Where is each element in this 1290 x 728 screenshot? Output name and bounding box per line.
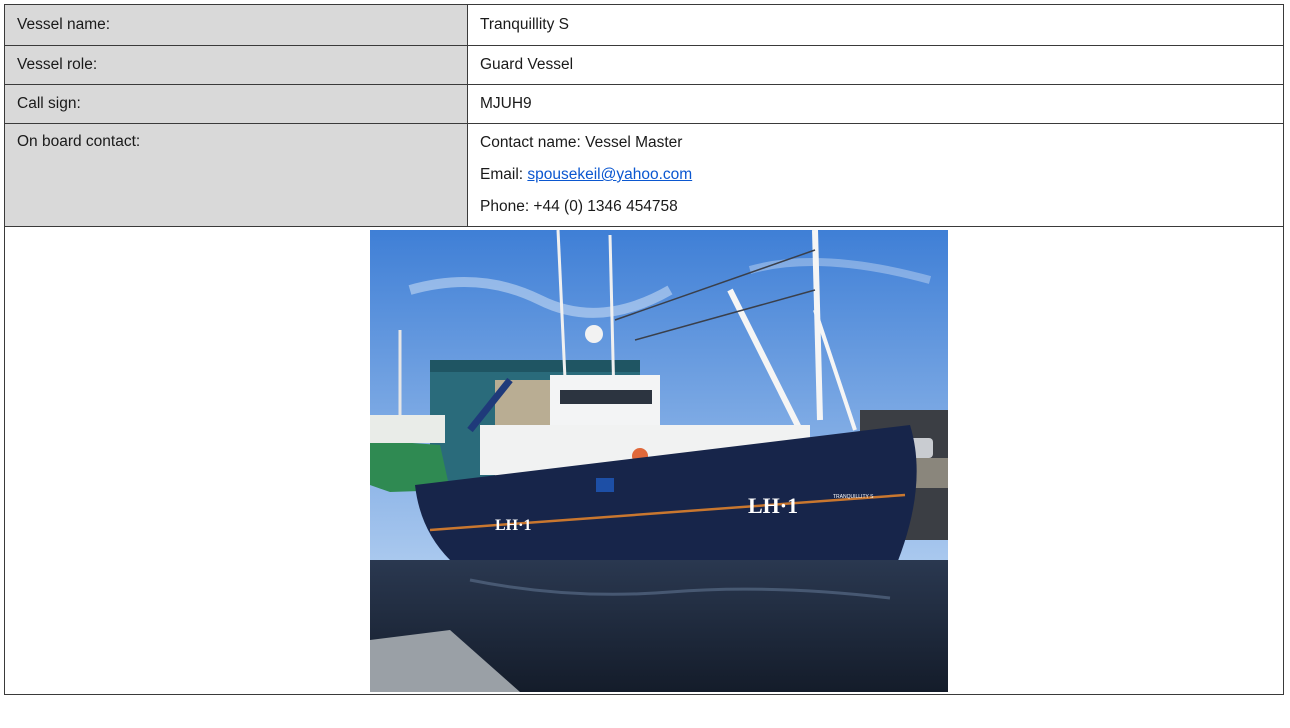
other-boat-deck xyxy=(370,415,445,443)
call-sign-label: Call sign: xyxy=(4,84,468,124)
contact-name-line: Contact name: Vessel Master xyxy=(480,134,683,151)
hull-name: TRANQUILLITY S xyxy=(833,494,874,500)
saltire-flag-icon xyxy=(596,478,614,492)
call-sign-value: MJUH9 xyxy=(467,84,1284,124)
vessel-photo-cell: LH·1 LH·1 TRANQUILLITY S xyxy=(4,226,1284,695)
row-vessel-photo: LH·1 LH·1 TRANQUILLITY S xyxy=(4,226,1284,695)
vessel-name-value: Tranquillity S xyxy=(467,4,1284,46)
row-call-sign: Call sign: MJUH9 xyxy=(4,84,1284,124)
vessel-photo: LH·1 LH·1 TRANQUILLITY S xyxy=(370,230,948,692)
vessel-info-table: Vessel name: Tranquillity S Vessel role:… xyxy=(4,4,1284,695)
radar-dome xyxy=(585,325,603,343)
email-prefix: Email: xyxy=(480,166,528,183)
vessel-info-sheet: Vessel name: Tranquillity S Vessel role:… xyxy=(0,0,1290,728)
wheelhouse-windows xyxy=(560,390,652,404)
row-vessel-name: Vessel name: Tranquillity S xyxy=(4,4,1284,46)
hull-number-bow: LH·1 xyxy=(748,493,798,518)
row-on-board-contact: On board contact: Contact name: Vessel M… xyxy=(4,123,1284,227)
row-vessel-role: Vessel role: Guard Vessel xyxy=(4,45,1284,85)
contact-phone-line: Phone: +44 (0) 1346 454758 xyxy=(480,198,678,215)
vessel-photo-wrap: LH·1 LH·1 TRANQUILLITY S xyxy=(17,227,1290,694)
vessel-role-value: Guard Vessel xyxy=(467,45,1284,85)
vessel-name-label: Vessel name: xyxy=(4,4,468,46)
vessel-role-label: Vessel role: xyxy=(4,45,468,85)
on-board-contact-label: On board contact: xyxy=(4,123,468,227)
hull-number-stern: LH·1 xyxy=(495,517,531,534)
contact-email-line: Email: spousekeil@yahoo.com xyxy=(480,159,1283,191)
on-board-contact-value: Contact name: Vessel Master Email: spous… xyxy=(467,123,1284,227)
harbour-shed-roof xyxy=(430,360,640,372)
email-link[interactable]: spousekeil@yahoo.com xyxy=(527,166,692,183)
